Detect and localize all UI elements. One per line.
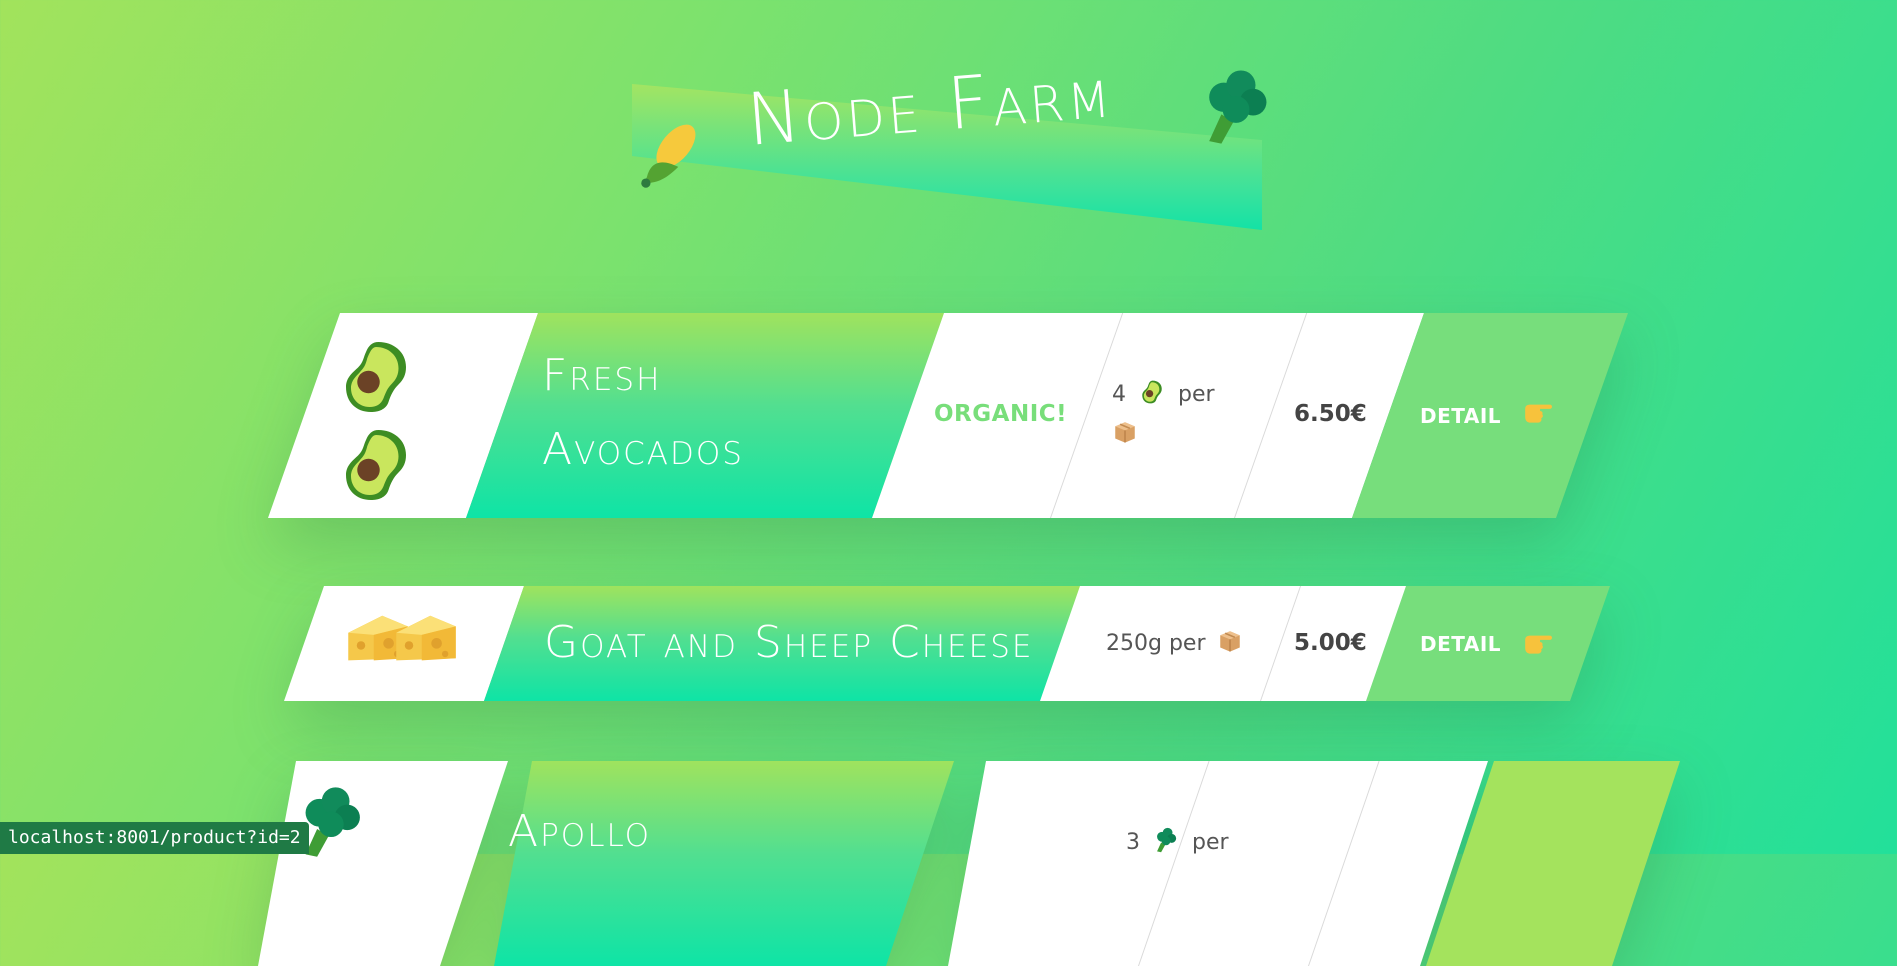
pointing-finger-icon[interactable] [1522, 397, 1556, 427]
quantity-per: per [1178, 382, 1215, 407]
product-card-avocados: Fresh Avocados ORGANIC! 4 per 6.50€ DETA… [268, 313, 1628, 518]
broccoli-icon [1197, 68, 1275, 146]
product-price: 5.00€ [1294, 630, 1367, 656]
product-card-cheese: Goat and Sheep Cheese 250g per 5.00€ DET… [284, 586, 1610, 701]
quantity-per: per [1192, 830, 1229, 855]
avocado-icon [336, 425, 416, 505]
pointing-finger-icon[interactable] [1522, 628, 1556, 658]
avocado-icon [1139, 379, 1165, 405]
corn-icon [632, 116, 706, 190]
cheese-icon [392, 610, 460, 666]
broccoli-icon [1153, 827, 1179, 853]
card-info-panel [948, 761, 1488, 966]
page-header: Node Farm [632, 49, 1275, 238]
product-name-line1: Apollo [508, 806, 652, 857]
detail-button-label[interactable]: DETAIL [1420, 404, 1501, 428]
product-name: Goat and Sheep Cheese [544, 617, 1034, 668]
quantity-label: 250g per [1106, 631, 1206, 656]
product-card-apollo: Apollo 3 per [258, 761, 1680, 966]
box-icon [1217, 628, 1243, 654]
quantity-text: 4 per [1112, 375, 1232, 455]
quantity-amount: 4 [1112, 382, 1126, 407]
organic-badge: ORGANIC! [934, 401, 1068, 427]
quantity-text: 250g per [1106, 624, 1243, 664]
detail-button-label[interactable]: DETAIL [1420, 632, 1501, 656]
quantity-text: 3 per [1126, 823, 1229, 863]
box-icon [1112, 419, 1138, 445]
product-price: 6.50€ [1294, 401, 1367, 427]
product-name-line2: Avocados [542, 424, 744, 475]
avocado-icon [336, 337, 416, 417]
quantity-amount: 3 [1126, 830, 1140, 855]
product-name-line1: Fresh [542, 350, 662, 401]
browser-status-url: localhost:8001/product?id=2 [0, 822, 309, 854]
